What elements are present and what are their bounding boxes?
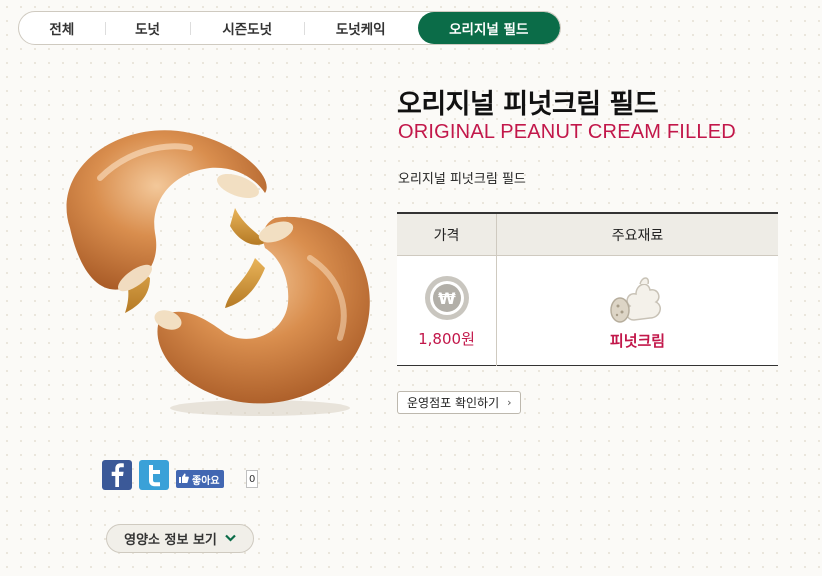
like-label: 좋아요 <box>192 475 220 487</box>
twitter-share-icon[interactable] <box>139 460 169 490</box>
tab-all[interactable]: 전체 <box>19 12 105 44</box>
won-coin-icon: ₩ <box>424 275 469 320</box>
thumbs-up-icon <box>179 473 189 486</box>
ingredient-cell: 피넛크림 <box>497 256 778 366</box>
peanut-cream-donut-photo <box>66 130 370 416</box>
svg-text:₩: ₩ <box>438 289 456 308</box>
price-value: 1,800원 <box>418 329 475 348</box>
chevron-right-icon: › <box>507 396 512 409</box>
tab-donut[interactable]: 도넛 <box>104 12 191 44</box>
cream-peanut-icon <box>609 276 661 323</box>
nutrition-info-button[interactable]: 영양소 정보 보기 <box>106 524 254 553</box>
table-header-row: 가격 주요재료 <box>397 214 778 256</box>
nutrition-info-label: 영양소 정보 보기 <box>124 533 217 548</box>
chevron-down-icon <box>225 531 236 546</box>
tab-original-filled[interactable]: 오리지널 필드 <box>417 12 560 44</box>
table-row: ₩ 1,800원 피넛크림 <box>397 256 778 366</box>
category-tabs: 전체 도넛 시즌도넛 도넛케익 오리지널 필드 <box>18 11 561 45</box>
ingredient-value: 피넛크림 <box>609 331 666 350</box>
product-title-ko: 오리지널 피넛크림 필드 <box>397 89 659 120</box>
check-stores-button[interactable]: 운영점포 확인하기 › <box>397 391 521 414</box>
tab-season-donut[interactable]: 시즌도넛 <box>190 12 304 44</box>
header-ingredient: 주요재료 <box>611 227 664 244</box>
like-count: 0 <box>246 470 259 488</box>
facebook-like-button[interactable]: 좋아요 <box>176 470 224 488</box>
product-info-table: 가격 주요재료 ₩ 1,800원 피넛크림 <box>397 212 778 366</box>
check-stores-label: 운영점포 확인하기 <box>407 396 500 410</box>
product-title-en: ORIGINAL PEANUT CREAM FILLED <box>398 121 736 143</box>
price-cell: ₩ 1,800원 <box>397 256 497 366</box>
product-description: 오리지널 피넛크림 필드 <box>398 172 526 187</box>
header-price: 가격 <box>397 214 497 255</box>
tab-donut-cake[interactable]: 도넛케익 <box>303 12 418 44</box>
facebook-share-icon[interactable] <box>102 460 132 490</box>
